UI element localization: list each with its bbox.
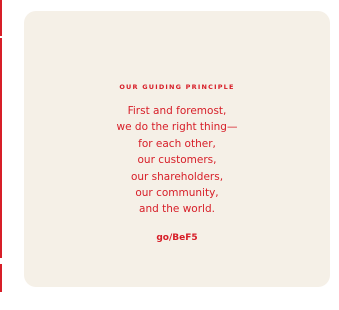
principle-line: and the world. (139, 203, 215, 216)
principle-line: our shareholders, (130, 170, 224, 183)
rule-gap (0, 258, 2, 264)
principle-line: our community, (135, 187, 219, 200)
section-eyebrow: OUR GUIDING PRINCIPLE (119, 83, 235, 91)
principle-line: for each other, (138, 137, 216, 150)
principle-statement: First and foremost, we do the right thin… (24, 103, 330, 218)
guiding-principle-card: OUR GUIDING PRINCIPLE First and foremost… (24, 11, 330, 287)
principle-line: our customers, (137, 154, 217, 167)
rule-gap (0, 36, 2, 38)
card-content: OUR GUIDING PRINCIPLE First and foremost… (24, 83, 330, 245)
principle-line: First and foremost, (127, 105, 227, 117)
go-link[interactable]: go/BeF5 (156, 232, 197, 244)
principle-line: we do the right thing— (116, 121, 238, 134)
left-accent-rule (0, 0, 2, 292)
